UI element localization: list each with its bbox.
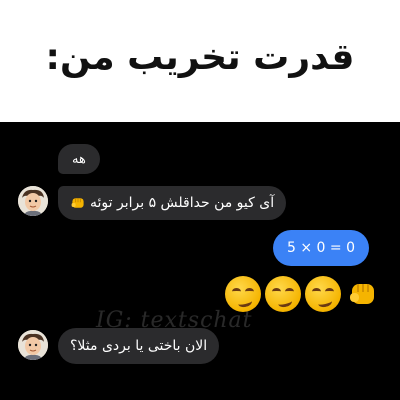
- message-bubble-incoming[interactable]: آی کیو من حداقلش ۵ برابر توئه: [58, 186, 287, 220]
- message-text: 5 × 0 = 0: [287, 240, 355, 256]
- oncoming-fist-icon: [71, 198, 84, 208]
- message-text: آی کیو من حداقلش ۵ برابر توئه: [90, 195, 275, 211]
- smirking-face-icon: [225, 276, 261, 312]
- message-text: الان باختی یا بردی مثلا؟: [70, 338, 208, 354]
- message-text: هه: [72, 151, 86, 167]
- chat-thread[interactable]: هه آی کیو من حداقلش ۵ برابر توئه 5 × 0 =…: [0, 122, 400, 400]
- avatar-cartoon-icon: [18, 186, 48, 216]
- smirking-face-icon: [305, 276, 341, 312]
- message-bubble-incoming[interactable]: الان باختی یا بردی مثلا؟: [58, 328, 220, 364]
- oncoming-fist-icon: [350, 284, 374, 304]
- meme-caption: قدرت تخریب من:: [45, 36, 355, 78]
- smirking-face-icon: [265, 276, 301, 312]
- message-bubble-incoming[interactable]: هه: [58, 144, 100, 174]
- avatar[interactable]: [18, 330, 48, 360]
- meme-caption-area: قدرت تخریب من:: [0, 0, 400, 122]
- avatar-cartoon-icon: [18, 330, 48, 360]
- message-bubble-outgoing[interactable]: 5 × 0 = 0: [273, 230, 369, 266]
- avatar[interactable]: [18, 186, 48, 216]
